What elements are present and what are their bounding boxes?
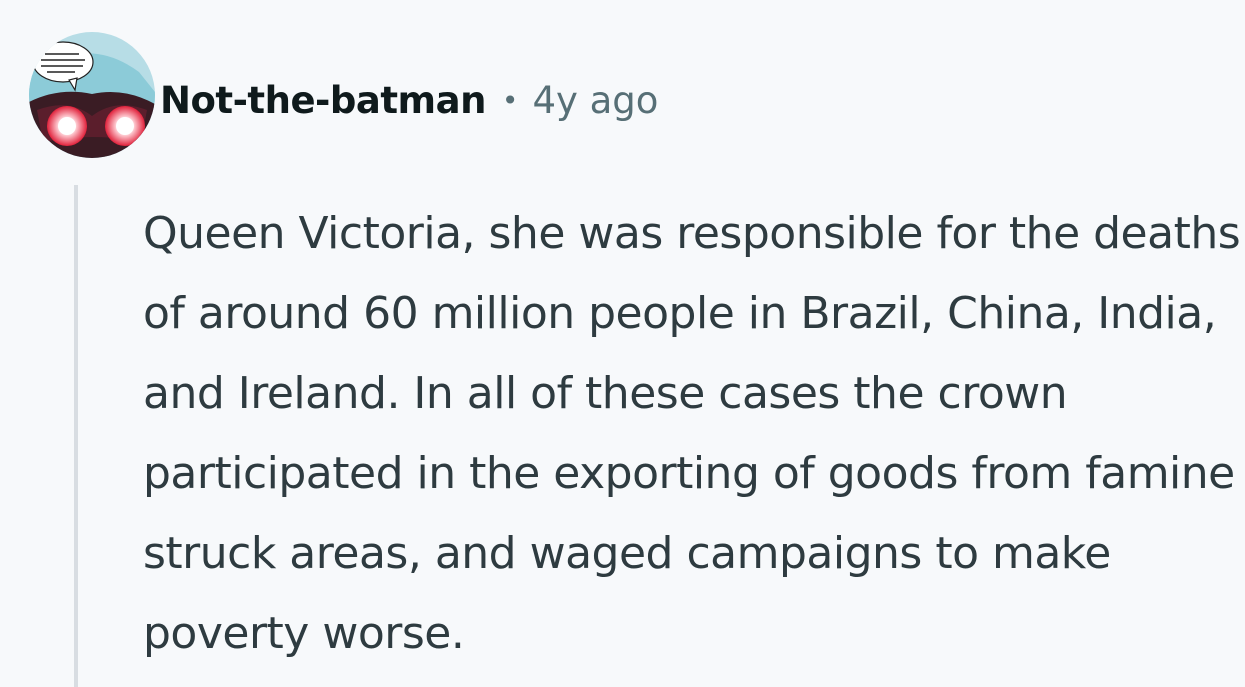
comic-character-avatar-icon [29, 32, 155, 158]
comment: Not-the-batman • 4y ago Queen Victoria, … [0, 0, 1245, 687]
author-username[interactable]: Not-the-batman [160, 79, 486, 122]
thread-line[interactable] [74, 185, 78, 687]
comment-body: Queen Victoria, she was responsible for … [143, 208, 1241, 659]
comment-timestamp[interactable]: 4y ago [532, 79, 658, 122]
meta-separator: • [501, 83, 519, 117]
comment-meta: Not-the-batman • 4y ago [160, 72, 658, 128]
avatar[interactable] [29, 32, 155, 158]
